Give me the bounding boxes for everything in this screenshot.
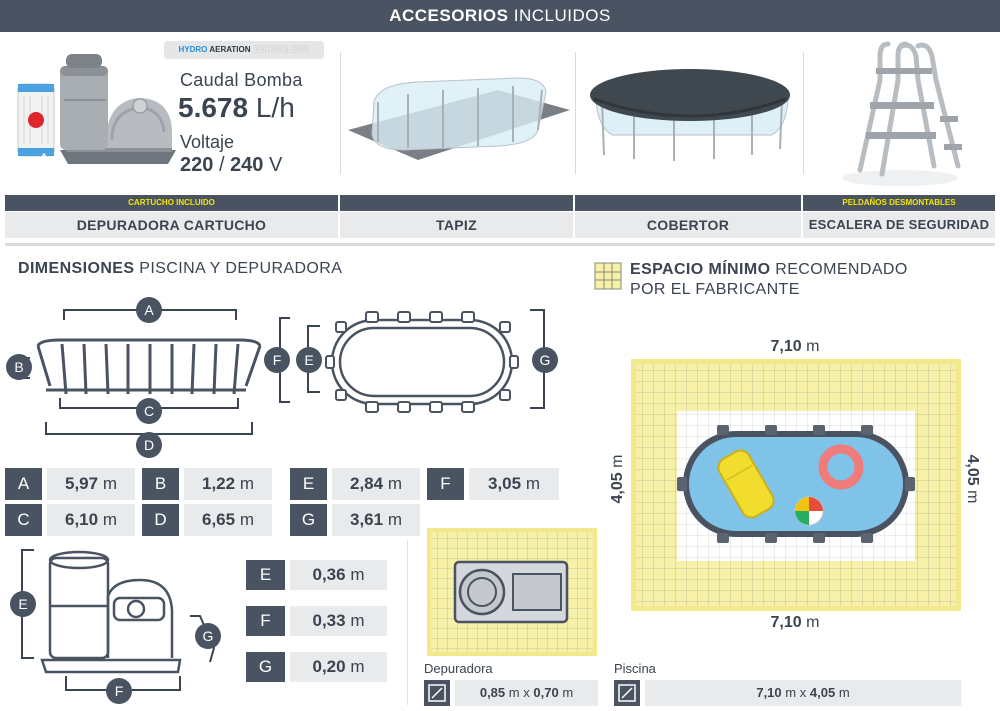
- value-c: 6,10 m: [47, 504, 135, 536]
- label-cover: COBERTOR: [575, 212, 801, 238]
- pump-marker-e: E: [10, 591, 36, 617]
- pump-value-f: 0,33 m: [290, 606, 387, 636]
- value-letter: F: [427, 468, 464, 500]
- header-title-bold: ACCESORIOS: [389, 6, 509, 25]
- cover-image: [582, 55, 798, 167]
- value-a: 5,97 m: [47, 468, 135, 500]
- piscina-dims: 7,10 m x 4,05 m: [645, 680, 961, 706]
- left-dimension: 4,05 m: [609, 454, 626, 504]
- header-title-rest: INCLUIDOS: [513, 6, 611, 25]
- label-safety-ladder: ESCALERA DE SEGURIDAD: [803, 212, 995, 238]
- dim-marker-e: E: [296, 347, 322, 373]
- value-b: 1,22 m: [184, 468, 272, 500]
- badge-cartridge-included: CARTUCHO INCLUIDO: [5, 195, 338, 211]
- value-g: 3,61 m: [332, 504, 420, 536]
- hydro-aeration-logo: HYDRO AERATION TECHNOLOGY: [164, 41, 324, 59]
- ladder-image: [830, 40, 980, 190]
- value-d: 6,65 m: [184, 504, 272, 536]
- value-f: 3,05 m: [469, 468, 559, 500]
- depuradora-dims: 0,85 m x 0,70 m: [455, 680, 598, 706]
- flow-value: 5.678: [178, 92, 249, 123]
- badge-removable-steps: PELDAÑOS DESMONTABLES: [803, 195, 995, 211]
- flow-value-row: 5.678 L/h: [178, 92, 295, 124]
- divider: [803, 52, 804, 174]
- badge-empty: [340, 195, 573, 211]
- space-title: ESPACIO MÍNIMO RECOMENDADO POR EL FABRIC…: [630, 261, 908, 298]
- voltage-value-row: 220 / 240 V: [180, 154, 283, 176]
- pump-value-letter: G: [246, 652, 285, 682]
- badge-empty: [575, 195, 801, 211]
- dim-marker-b: B: [6, 354, 32, 380]
- bottom-dimension: 7,10 m: [770, 614, 820, 631]
- top-dimension: 7,10 m: [770, 338, 820, 355]
- pool-space-grid: [631, 359, 961, 611]
- dim-marker-d: D: [136, 432, 162, 458]
- resize-icon: [614, 680, 640, 706]
- section-header-accessories: ACCESORIOS INCLUIDOS: [0, 0, 1000, 32]
- label-ground-cloth: TAPIZ: [340, 212, 573, 238]
- divider: [407, 540, 408, 705]
- value-letter: A: [5, 468, 42, 500]
- divider: [340, 52, 341, 174]
- flow-unit: L/h: [255, 92, 295, 123]
- pump-space-grid: [427, 528, 597, 656]
- value-letter: C: [5, 504, 42, 536]
- pump-product-image: A: [8, 40, 180, 190]
- value-letter: D: [142, 504, 179, 536]
- section-divider: [5, 243, 995, 246]
- value-letter: E: [290, 468, 327, 500]
- value-e: 2,84 m: [332, 468, 420, 500]
- dimensions-title: DIMENSIONES PISCINA Y DEPURADORA: [18, 260, 343, 277]
- grid-legend-icon: [594, 262, 622, 290]
- depuradora-label: Depuradora: [424, 661, 493, 676]
- dim-marker-f: F: [264, 347, 290, 373]
- dim-marker-a: A: [136, 297, 162, 323]
- pump-marker-f: F: [106, 678, 132, 704]
- divider: [575, 52, 576, 174]
- value-letter: G: [290, 504, 327, 536]
- dim-marker-g: G: [532, 347, 558, 373]
- value-letter: B: [142, 468, 179, 500]
- ground-cloth-image: [348, 50, 570, 170]
- pump-value-e: 0,36 m: [290, 560, 387, 590]
- right-dimension: 4,05 m: [964, 454, 981, 504]
- flow-label: Caudal Bomba: [180, 70, 303, 90]
- piscina-label: Piscina: [614, 661, 656, 676]
- pump-marker-g: G: [195, 623, 221, 649]
- dim-marker-c: C: [136, 398, 162, 424]
- voltage-label: Voltaje: [180, 132, 235, 152]
- pump-value-letter: F: [246, 606, 285, 636]
- pump-value-letter: E: [246, 560, 285, 590]
- pump-value-g: 0,20 m: [290, 652, 387, 682]
- cartridge-letter: A: [40, 152, 48, 164]
- resize-icon: [424, 680, 450, 706]
- label-cartridge-filter: DEPURADORA CARTUCHO: [5, 212, 338, 238]
